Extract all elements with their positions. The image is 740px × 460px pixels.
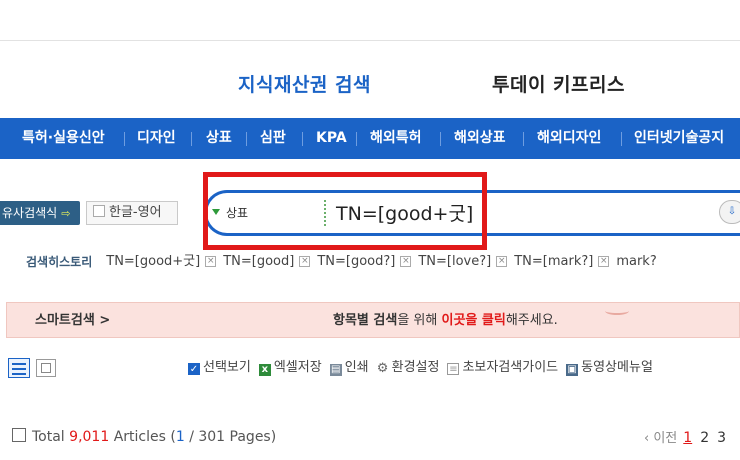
smart-search-message: 항목별 검색을 위해 이곳을 클릭해주세요.	[333, 303, 558, 338]
remove-icon[interactable]: ×	[205, 256, 217, 267]
nav-divider	[302, 132, 303, 146]
document-icon: ≡	[447, 363, 460, 375]
nav-item-foreign-design[interactable]: 해외디자인	[537, 118, 601, 159]
nav-item-foreign-patent[interactable]: 해외특허	[370, 118, 422, 159]
external-link-icon: ⇨	[61, 207, 71, 220]
nav-item-kpa[interactable]: KPA	[316, 118, 347, 159]
lang-toggle-label: 한글-영어	[109, 205, 162, 220]
grid-view-icon[interactable]	[36, 359, 56, 377]
print-button[interactable]: ▤ 인쇄	[329, 359, 369, 377]
tab-today-kipris[interactable]: 투데이 키프리스	[492, 70, 625, 97]
select-all-checkbox[interactable]	[12, 428, 26, 442]
excel-icon: x	[258, 364, 271, 376]
smart-msg-click[interactable]: 이곳을 클릭	[441, 313, 505, 328]
nav-item-trial[interactable]: 심판	[260, 118, 286, 159]
smart-msg-text: 해주세요.	[505, 313, 558, 328]
nav-divider	[246, 132, 247, 146]
page-link[interactable]: 1	[683, 430, 692, 446]
list-view-icon[interactable]	[8, 358, 30, 378]
results-articles: Articles (	[109, 429, 176, 445]
page-link[interactable]: 3	[717, 430, 726, 446]
nav-item-foreign-trademark[interactable]: 해외상표	[454, 118, 506, 159]
excel-save-label: 엑셀저장	[273, 360, 322, 375]
smart-msg-text: 을 위해	[397, 313, 442, 328]
results-page-current: 1	[175, 429, 185, 445]
history-item[interactable]: mark?	[616, 253, 656, 271]
nav-item-design[interactable]: 디자인	[137, 118, 176, 159]
nav-divider	[440, 132, 441, 146]
annotation-highlight-box	[203, 172, 487, 250]
excel-save-button[interactable]: x 엑셀저장	[258, 359, 322, 377]
history-item[interactable]: TN=[good]	[223, 253, 294, 271]
tab-ip-search[interactable]: 지식재산권 검색	[238, 70, 371, 97]
results-page-total: / 301 Pages)	[184, 429, 277, 445]
nav-item-trademark[interactable]: 상표	[206, 118, 232, 159]
remove-icon[interactable]: ×	[496, 256, 508, 267]
nav-divider	[124, 132, 125, 146]
top-divider	[0, 40, 740, 41]
main-nav: 특허·실용신안 디자인 상표 심판 KPA 해외특허 해외상표 해외디자인 인터…	[0, 118, 740, 159]
prev-page-link[interactable]: ‹ 이전	[644, 431, 677, 446]
smart-search-label: 스마트검색 >	[35, 313, 111, 328]
print-label: 인쇄	[344, 360, 369, 375]
history-label: 검색히스토리	[26, 255, 93, 269]
results-prefix: Total	[32, 429, 70, 445]
settings-button[interactable]: ⚙ 환경설정	[377, 359, 440, 377]
lang-toggle[interactable]: 한글-영어	[86, 201, 178, 225]
smart-msg-bold: 항목별 검색	[333, 313, 398, 328]
video-manual-button[interactable]: ▣ 동영상메뉴얼	[566, 359, 653, 377]
checkbox-icon: ✓	[188, 363, 200, 375]
beginner-guide-label: 초보자검색가이드	[462, 360, 559, 375]
history-item[interactable]: TN=[mark?]	[514, 253, 593, 271]
history-item[interactable]: TN=[love?]	[418, 253, 491, 271]
page-link[interactable]: 2	[700, 430, 709, 446]
select-view-label: 선택보기	[203, 360, 251, 375]
remove-icon[interactable]: ×	[400, 256, 412, 267]
select-view-button[interactable]: ✓ 선택보기	[188, 359, 251, 377]
results-summary: Total 9,011 Articles (1 / 301 Pages)	[12, 428, 276, 445]
results-count: 9,011	[69, 429, 110, 445]
similar-search-label: 유사검색식	[2, 206, 58, 220]
settings-label: 환경설정	[391, 360, 440, 375]
expand-icon[interactable]: ⇩	[719, 200, 740, 224]
video-manual-label: 동영상메뉴얼	[581, 360, 653, 375]
nav-divider	[191, 132, 192, 146]
chevron-down-icon	[605, 307, 629, 315]
video-icon: ▣	[566, 364, 579, 376]
lang-toggle-checkbox[interactable]	[93, 205, 105, 217]
gear-icon: ⚙	[376, 361, 389, 376]
result-toolbar: ✓ 선택보기 x 엑셀저장 ▤ 인쇄 ⚙ 환경설정 ≡ 초보자검색가이드 ▣ 동영상메뉴얼	[188, 359, 661, 377]
remove-icon[interactable]: ×	[598, 256, 610, 267]
pagination: ‹ 이전 1 2 3	[644, 427, 734, 446]
printer-icon: ▤	[329, 364, 342, 376]
history-item[interactable]: TN=[good+굿]	[106, 253, 200, 271]
nav-item-tech-disclosure[interactable]: 인터넷기술공지	[634, 118, 724, 159]
nav-divider	[621, 132, 622, 146]
history-item[interactable]: TN=[good?]	[317, 253, 395, 271]
search-history: 검색히스토리 TN=[good+굿] × TN=[good] × TN=[good?] × T…	[26, 253, 657, 271]
nav-divider	[356, 132, 357, 146]
beginner-guide-button[interactable]: ≡ 초보자검색가이드	[447, 359, 558, 377]
header-tabs: 지식재산권 검색 투데이 키프리스	[0, 66, 740, 102]
similar-search-button[interactable]: 유사검색식 ⇨	[0, 201, 80, 225]
nav-divider	[523, 132, 524, 146]
smart-search-bar[interactable]: 스마트검색 > 항목별 검색을 위해 이곳을 클릭해주세요.	[6, 302, 740, 338]
remove-icon[interactable]: ×	[299, 256, 311, 267]
nav-item-patent[interactable]: 특허·실용신안	[22, 118, 105, 159]
